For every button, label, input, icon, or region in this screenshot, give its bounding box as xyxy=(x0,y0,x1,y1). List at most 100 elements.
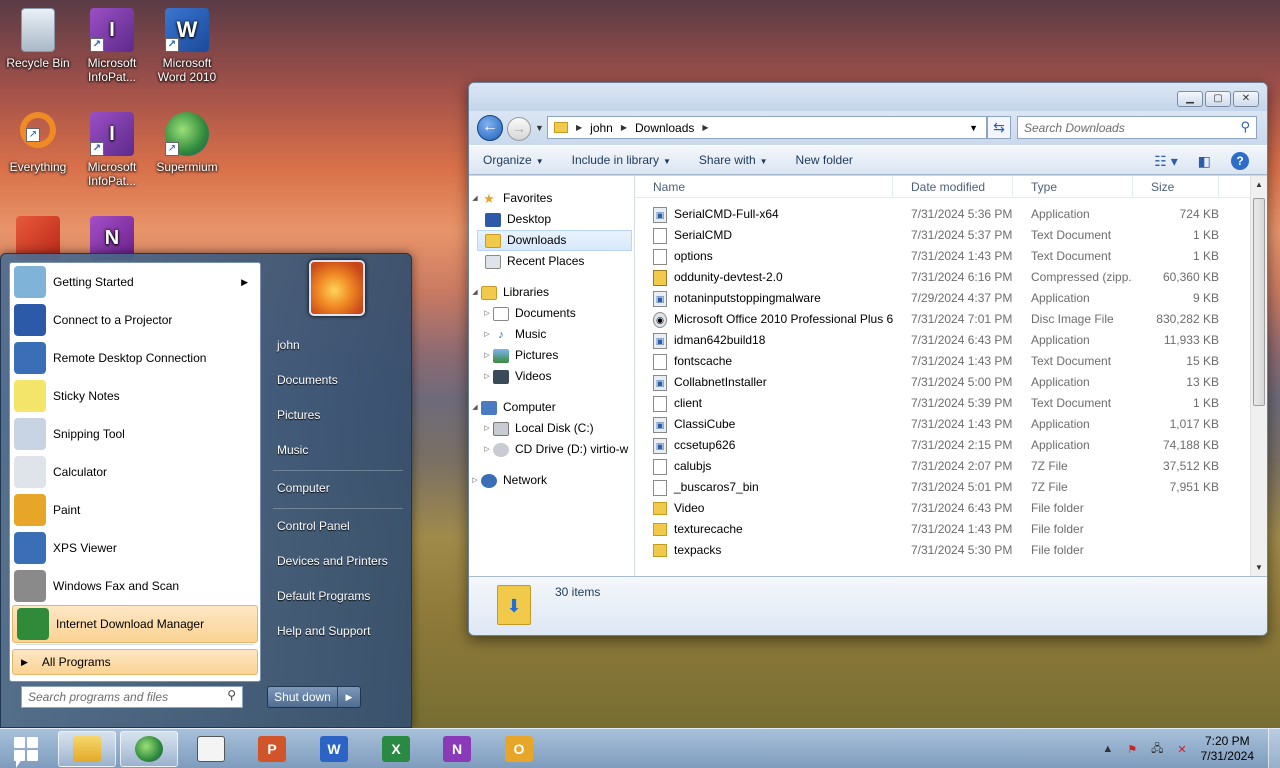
breadcrumb-separator-icon[interactable]: ▶ xyxy=(702,123,708,132)
start-program-item[interactable]: Paint xyxy=(10,491,260,529)
file-row[interactable]: oddunity-devtest-2.0 7/31/2024 6:16 PM Com… xyxy=(635,267,1267,288)
start-program-item[interactable]: Connect to a Projector xyxy=(10,301,260,339)
expand-icon[interactable]: ◢ xyxy=(469,397,481,418)
start-program-item[interactable]: Sticky Notes xyxy=(10,377,260,415)
taskbar-onenote[interactable]: N xyxy=(428,731,486,767)
share-with-button[interactable]: Share with ▼ xyxy=(699,153,768,167)
file-row[interactable]: _buscaros7_bin 7/31/2024 5:01 PM 7Z File 7,… xyxy=(635,477,1267,498)
file-row[interactable]: ◉ Microsoft Office 2010 Professional Plus… xyxy=(635,309,1267,330)
scroll-down-icon[interactable]: ▼ xyxy=(1255,563,1263,572)
start-computer[interactable]: Computer xyxy=(267,481,407,495)
show-desktop-button[interactable] xyxy=(1268,729,1280,768)
file-row[interactable]: texpacks 7/31/2024 5:30 PM File folder xyxy=(635,540,1267,561)
file-row[interactable]: ▣ ClassiCube 7/31/2024 1:43 PM Application 1… xyxy=(635,414,1267,435)
start-user-john[interactable]: john xyxy=(267,338,407,352)
expand-icon[interactable]: ▷ xyxy=(481,366,493,387)
taskbar-excel[interactable]: X xyxy=(367,731,425,767)
address-dropdown-icon[interactable]: ▼ xyxy=(969,123,978,133)
desktop-icon-infopath-2[interactable]: I ↗ Microsoft InfoPat... xyxy=(74,112,150,188)
file-row[interactable]: Video 7/31/2024 6:43 PM File folder xyxy=(635,498,1267,519)
desktop-icon-supermium[interactable]: ↗ Supermium xyxy=(149,112,225,174)
volume-muted-icon[interactable]: ✕ xyxy=(1177,743,1186,756)
start-pictures[interactable]: Pictures xyxy=(267,408,407,422)
expand-icon[interactable]: ▷ xyxy=(481,345,493,366)
start-program-item[interactable]: Windows Fax and Scan xyxy=(10,567,260,605)
breadcrumb-john[interactable]: john xyxy=(590,121,613,135)
taskbar-word[interactable]: W xyxy=(305,731,363,767)
file-row[interactable]: ▣ notaninputstoppingmalware 7/29/2024 4:37… xyxy=(635,288,1267,309)
search-programs-input[interactable]: Search programs and files ⚲ xyxy=(21,686,243,708)
organize-button[interactable]: Organize ▼ xyxy=(483,153,544,167)
search-icon[interactable]: ⚲ xyxy=(227,688,236,702)
start-help-support[interactable]: Help and Support xyxy=(267,624,407,638)
start-devices-printers[interactable]: Devices and Printers xyxy=(267,554,407,568)
start-default-programs[interactable]: Default Programs xyxy=(267,589,407,603)
nav-libraries[interactable]: ◢ Libraries xyxy=(469,282,634,303)
nav-desktop[interactable]: Desktop xyxy=(469,209,634,230)
minimize-button[interactable]: ▁ xyxy=(1177,91,1203,107)
start-program-item[interactable]: Remote Desktop Connection xyxy=(10,339,260,377)
file-row[interactable]: ▣ idman642build18 7/31/2024 6:43 PM Applica… xyxy=(635,330,1267,351)
nav-recent-places[interactable]: Recent Places xyxy=(469,251,634,272)
network-status-icon[interactable]: 🖧 xyxy=(1151,740,1163,759)
view-options-icon[interactable]: ☷ ▾ xyxy=(1154,153,1177,170)
file-row[interactable]: calubjs 7/31/2024 2:07 PM 7Z File 37,512 KB xyxy=(635,456,1267,477)
search-icon[interactable]: ⚲ xyxy=(1240,119,1250,135)
vertical-scrollbar[interactable]: ▲ ▼ xyxy=(1250,176,1267,576)
taskbar-app-box[interactable] xyxy=(182,731,240,767)
submenu-arrow-icon[interactable]: ▶ xyxy=(241,277,248,288)
nav-local-disk[interactable]: ▷ Local Disk (C:) xyxy=(469,418,634,439)
all-programs-button[interactable]: ▶ All Programs xyxy=(12,649,258,675)
taskbar-outlook[interactable]: O xyxy=(490,731,548,767)
expand-icon[interactable]: ▷ xyxy=(481,324,493,345)
breadcrumb-separator-icon[interactable]: ▶ xyxy=(576,123,582,132)
user-picture[interactable] xyxy=(309,260,365,316)
nav-pictures[interactable]: ▷ Pictures xyxy=(469,345,634,366)
help-icon[interactable]: ? xyxy=(1231,152,1249,170)
expand-icon[interactable]: ▷ xyxy=(469,470,481,491)
address-bar[interactable]: ▶ john ▶ Downloads ▶ ▼ xyxy=(547,116,987,139)
taskbar-explorer[interactable] xyxy=(58,731,116,767)
nav-downloads[interactable]: Downloads xyxy=(477,230,632,251)
clock[interactable]: 7:20 PM 7/31/2024 xyxy=(1201,734,1254,764)
action-center-icon[interactable]: ⚑ xyxy=(1127,743,1137,756)
title-bar[interactable]: ▁ ▢ ✕ xyxy=(469,83,1267,111)
expand-icon[interactable]: ▷ xyxy=(481,439,493,460)
column-name[interactable]: Name xyxy=(635,176,893,197)
start-program-item[interactable]: Internet Download Manager xyxy=(12,605,258,643)
recent-pages-dropdown[interactable]: ▼ xyxy=(535,123,544,133)
file-row[interactable]: texturecache 7/31/2024 1:43 PM File folder xyxy=(635,519,1267,540)
nav-network[interactable]: ▷ Network xyxy=(469,470,634,491)
file-row[interactable]: client 7/31/2024 5:39 PM Text Document 1 KB xyxy=(635,393,1267,414)
column-type[interactable]: Type xyxy=(1013,176,1133,197)
search-downloads-input[interactable]: Search Downloads ⚲ xyxy=(1017,116,1257,139)
start-documents[interactable]: Documents xyxy=(267,373,407,387)
start-button[interactable] xyxy=(14,737,38,761)
taskbar-powerpoint[interactable]: P xyxy=(243,731,301,767)
nav-videos[interactable]: ▷ Videos xyxy=(469,366,634,387)
expand-icon[interactable]: ◢ xyxy=(469,188,481,209)
column-size[interactable]: Size xyxy=(1133,176,1219,197)
desktop-icon-recycle-bin[interactable]: Recycle Bin xyxy=(0,8,76,70)
back-button[interactable]: ← xyxy=(477,115,503,141)
show-hidden-icons-icon[interactable]: ▲ xyxy=(1102,743,1113,755)
close-button[interactable]: ✕ xyxy=(1233,91,1259,107)
scroll-up-icon[interactable]: ▲ xyxy=(1255,180,1263,189)
nav-favorites[interactable]: ◢ ★ Favorites xyxy=(469,188,634,209)
desktop-icon-infopath-1[interactable]: I ↗ Microsoft InfoPat... xyxy=(74,8,150,84)
scrollbar-thumb[interactable] xyxy=(1253,198,1265,406)
taskbar-browser[interactable] xyxy=(120,731,178,767)
column-date-modified[interactable]: Date modified xyxy=(893,176,1013,197)
file-row[interactable]: ▣ ccsetup626 7/31/2024 2:15 PM Application 7… xyxy=(635,435,1267,456)
maximize-button[interactable]: ▢ xyxy=(1205,91,1231,107)
preview-pane-icon[interactable]: ◧ xyxy=(1198,153,1211,170)
shutdown-options-icon[interactable]: ▶ xyxy=(338,687,360,707)
shutdown-button[interactable]: Shut down ▶ xyxy=(267,686,361,708)
desktop-icon-everything[interactable]: ↗ Everything xyxy=(0,112,76,174)
nav-cd-drive[interactable]: ▷ CD Drive (D:) virtio-w xyxy=(469,439,634,460)
start-program-item[interactable]: Snipping Tool xyxy=(10,415,260,453)
forward-button[interactable]: → xyxy=(507,117,531,141)
desktop-icon-word-2010[interactable]: W ↗ Microsoft Word 2010 xyxy=(149,8,225,84)
file-row[interactable]: ▣ CollabnetInstaller 7/31/2024 5:00 PM Appl… xyxy=(635,372,1267,393)
start-program-item[interactable]: Calculator xyxy=(10,453,260,491)
